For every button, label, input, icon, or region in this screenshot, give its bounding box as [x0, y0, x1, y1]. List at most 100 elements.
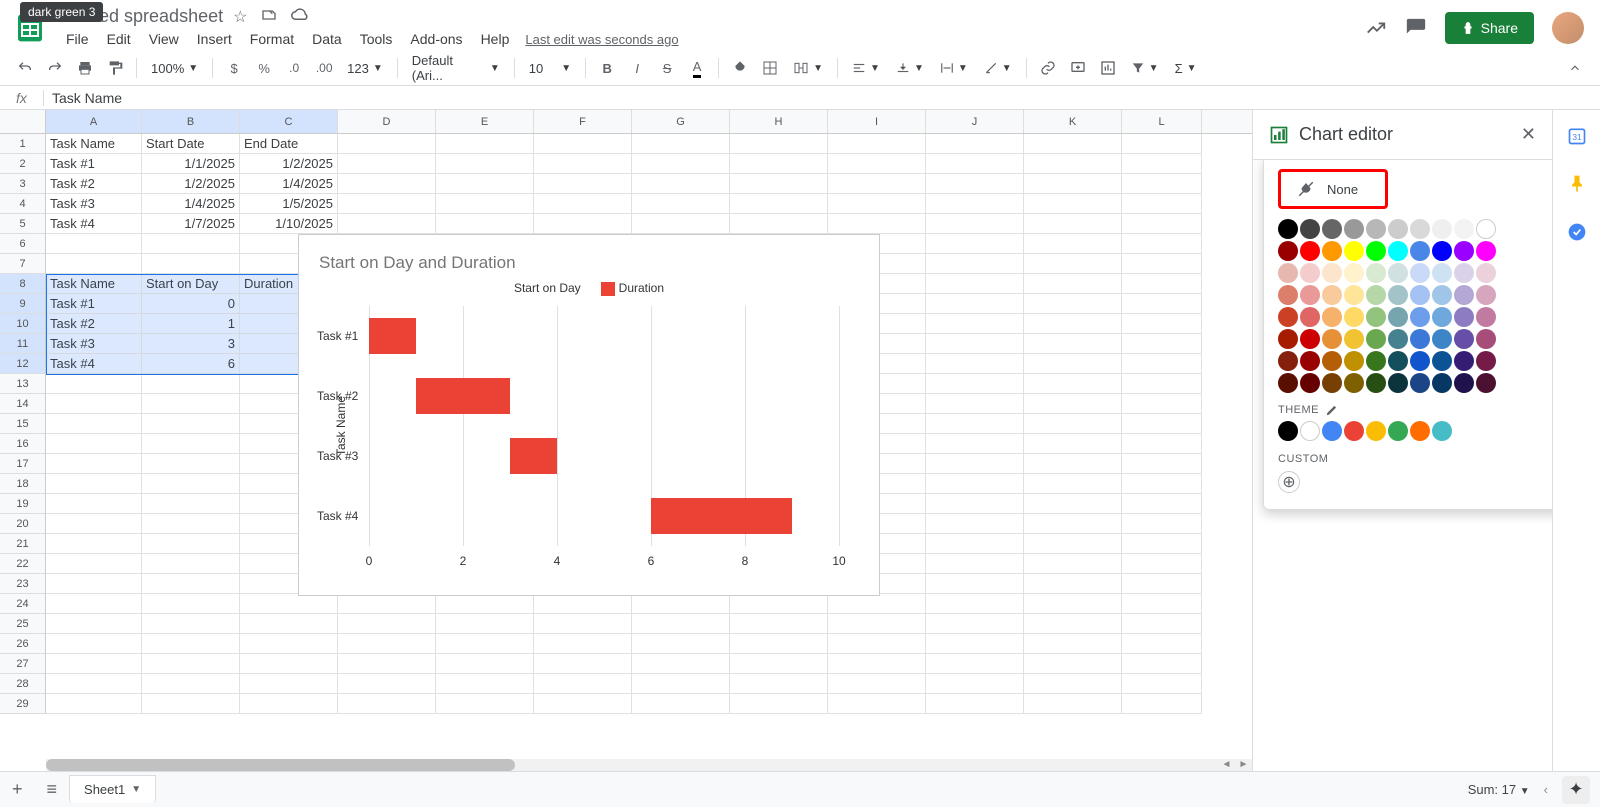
- cell[interactable]: [142, 454, 240, 474]
- color-swatch[interactable]: [1344, 329, 1364, 349]
- cell[interactable]: [142, 574, 240, 594]
- cell[interactable]: [1024, 154, 1122, 174]
- cell[interactable]: [142, 614, 240, 634]
- cell[interactable]: [926, 534, 1024, 554]
- cell[interactable]: [46, 574, 142, 594]
- cell[interactable]: [240, 634, 338, 654]
- color-swatch[interactable]: [1476, 329, 1496, 349]
- cell[interactable]: [1122, 154, 1202, 174]
- color-swatch[interactable]: [1300, 241, 1320, 261]
- last-edit[interactable]: Last edit was seconds ago: [525, 32, 678, 47]
- color-swatch[interactable]: [1388, 285, 1408, 305]
- cell[interactable]: [46, 614, 142, 634]
- add-custom-color-button[interactable]: ⊕: [1278, 471, 1300, 493]
- row-header-28[interactable]: 28: [0, 674, 46, 694]
- cell[interactable]: 3: [142, 334, 240, 354]
- cell[interactable]: [632, 654, 730, 674]
- col-header-K[interactable]: K: [1024, 110, 1122, 133]
- cell[interactable]: [828, 154, 926, 174]
- text-color-button[interactable]: A: [684, 55, 710, 81]
- color-swatch[interactable]: [1410, 373, 1430, 393]
- col-header-L[interactable]: L: [1122, 110, 1202, 133]
- row-header-19[interactable]: 19: [0, 494, 46, 514]
- cell[interactable]: [926, 614, 1024, 634]
- color-swatch[interactable]: [1454, 351, 1474, 371]
- col-header-B[interactable]: B: [142, 110, 240, 133]
- row-header-15[interactable]: 15: [0, 414, 46, 434]
- cell[interactable]: [828, 134, 926, 154]
- tasks-icon[interactable]: [1567, 222, 1587, 242]
- color-swatch[interactable]: [1388, 219, 1408, 239]
- cell[interactable]: [142, 254, 240, 274]
- color-swatch[interactable]: [1300, 285, 1320, 305]
- cell[interactable]: [1122, 234, 1202, 254]
- paint-format-button[interactable]: [102, 55, 128, 81]
- cell[interactable]: [632, 214, 730, 234]
- cell[interactable]: [142, 694, 240, 714]
- cell[interactable]: [1024, 434, 1122, 454]
- color-swatch[interactable]: [1410, 285, 1430, 305]
- row-header-6[interactable]: 6: [0, 234, 46, 254]
- undo-button[interactable]: [12, 55, 38, 81]
- insert-comment-button[interactable]: [1065, 55, 1091, 81]
- horizontal-scrollbar[interactable]: [46, 759, 1218, 771]
- cell[interactable]: [46, 654, 142, 674]
- sheet-area[interactable]: ABCDEFGHIJKL 1Task NameStart DateEnd Dat…: [0, 110, 1252, 771]
- row-header-22[interactable]: 22: [0, 554, 46, 574]
- cell[interactable]: [534, 194, 632, 214]
- cell[interactable]: [534, 134, 632, 154]
- color-swatch[interactable]: [1476, 219, 1496, 239]
- cell[interactable]: [240, 654, 338, 674]
- cell[interactable]: [926, 634, 1024, 654]
- wrap-button[interactable]: ▼: [934, 55, 974, 81]
- font-select[interactable]: Default (Ari... ▼: [406, 55, 506, 81]
- cell[interactable]: [926, 134, 1024, 154]
- cell[interactable]: [632, 174, 730, 194]
- cell[interactable]: [142, 674, 240, 694]
- color-swatch[interactable]: [1454, 285, 1474, 305]
- cell[interactable]: [1122, 654, 1202, 674]
- theme-swatch[interactable]: [1432, 421, 1452, 441]
- cell[interactable]: [730, 614, 828, 634]
- cell[interactable]: [1024, 314, 1122, 334]
- cell[interactable]: [1122, 374, 1202, 394]
- color-swatch[interactable]: [1300, 351, 1320, 371]
- cell[interactable]: [926, 694, 1024, 714]
- cell[interactable]: Task #3: [46, 334, 142, 354]
- cell[interactable]: [142, 434, 240, 454]
- cell[interactable]: [142, 494, 240, 514]
- cell[interactable]: [338, 194, 436, 214]
- row-header-25[interactable]: 25: [0, 614, 46, 634]
- cell[interactable]: [632, 634, 730, 654]
- color-swatch[interactable]: [1322, 329, 1342, 349]
- cell[interactable]: [730, 154, 828, 174]
- row-header-8[interactable]: 8: [0, 274, 46, 294]
- color-swatch[interactable]: [1278, 263, 1298, 283]
- row-header-12[interactable]: 12: [0, 354, 46, 374]
- color-swatch[interactable]: [1278, 351, 1298, 371]
- cell[interactable]: [338, 134, 436, 154]
- cell[interactable]: [730, 134, 828, 154]
- row-header-20[interactable]: 20: [0, 514, 46, 534]
- color-swatch[interactable]: [1454, 373, 1474, 393]
- theme-swatch[interactable]: [1410, 421, 1430, 441]
- cell[interactable]: [926, 294, 1024, 314]
- cell[interactable]: [1122, 394, 1202, 414]
- cell[interactable]: [534, 674, 632, 694]
- explore-prev-button[interactable]: ‹: [1544, 782, 1548, 797]
- cell[interactable]: [1024, 134, 1122, 154]
- menu-insert[interactable]: Insert: [189, 29, 240, 49]
- color-swatch[interactable]: [1432, 351, 1452, 371]
- strike-button[interactable]: S: [654, 55, 680, 81]
- bar-task4[interactable]: [651, 498, 792, 534]
- quick-sum[interactable]: Sum: 17 ▼: [1468, 782, 1530, 797]
- cell[interactable]: [926, 174, 1024, 194]
- move-icon[interactable]: [261, 7, 277, 27]
- cell[interactable]: [926, 434, 1024, 454]
- cell[interactable]: [1024, 294, 1122, 314]
- color-swatch[interactable]: [1366, 241, 1386, 261]
- cell[interactable]: [1024, 614, 1122, 634]
- cell[interactable]: [1024, 374, 1122, 394]
- cell[interactable]: [46, 694, 142, 714]
- cell[interactable]: [338, 614, 436, 634]
